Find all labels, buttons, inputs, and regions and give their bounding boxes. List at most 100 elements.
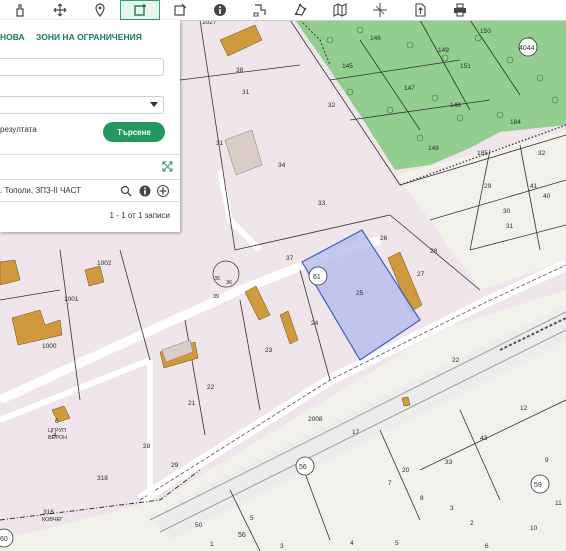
- parcel-label: 6: [485, 543, 489, 550]
- parcel-label: 6: [55, 418, 59, 425]
- parcel-label: 316: [43, 509, 54, 516]
- parcel-label: 24: [311, 320, 319, 327]
- parcel-label: 1000: [42, 343, 57, 350]
- parcel-label: 148: [428, 145, 439, 152]
- move-tool-button[interactable]: [40, 0, 80, 20]
- parcel-label: 22: [207, 384, 215, 391]
- export-tool-button[interactable]: [400, 0, 440, 20]
- map-note: ЦГРУП: [48, 428, 66, 434]
- add-icon[interactable]: [157, 185, 169, 197]
- parcel-label: 148: [450, 102, 461, 109]
- pagination-label: 1 - 1 от 1 записи: [109, 211, 170, 220]
- polygon-icon: [294, 3, 307, 16]
- tab-new[interactable]: НОВА: [0, 32, 25, 42]
- parcel-label: 1002: [97, 260, 112, 267]
- print-tool-button[interactable]: [440, 0, 480, 20]
- parcel-label: 29: [171, 462, 179, 469]
- circle-label: 60: [0, 536, 8, 543]
- parcel-label: 10: [530, 525, 538, 532]
- parcel-label: 40: [543, 193, 551, 200]
- map-layers-icon: [333, 3, 347, 17]
- parcel-label: 9: [545, 457, 549, 464]
- polygon-tool-button[interactable]: [280, 0, 320, 20]
- result-item[interactable]: . Тополи, ЗПЗ-II ЧАСТ: [0, 183, 180, 199]
- parcel-label: 3: [280, 543, 284, 550]
- map-layers-tool-button[interactable]: [320, 0, 360, 20]
- pan-icon: [16, 4, 24, 17]
- crosshair-icon: [373, 3, 387, 17]
- parcel-label: 33: [445, 459, 453, 466]
- search-text-field[interactable]: [0, 58, 164, 76]
- parcel-label: 43: [480, 435, 488, 442]
- move-icon: [53, 3, 67, 17]
- parcel-label: 28: [430, 248, 438, 255]
- route-tool-button[interactable]: [240, 0, 280, 20]
- parcel-label: 30: [503, 208, 511, 215]
- parcel-label: 23: [265, 347, 273, 354]
- parcel-label: 7: [388, 480, 392, 487]
- divider: [0, 201, 180, 202]
- search-button[interactable]: Търсене: [103, 122, 165, 142]
- map-note: КОВЧЕГ: [42, 517, 63, 523]
- info-icon: [214, 4, 226, 16]
- map-note: ВЕРОН: [48, 435, 67, 441]
- pin-icon: [95, 3, 105, 17]
- divider: [0, 154, 180, 155]
- parcel-label: 12: [520, 405, 528, 412]
- select-edit-icon: [174, 3, 187, 16]
- zoom-to-icon[interactable]: [120, 185, 132, 197]
- parcel-label: 147: [404, 85, 415, 92]
- circle-label: 61: [313, 274, 321, 281]
- parcel-label: 32: [328, 102, 336, 109]
- parcel-label: 3: [450, 505, 454, 512]
- pan-tool-button[interactable]: [0, 0, 40, 20]
- parcel-label: 28: [143, 443, 151, 450]
- pin-tool-button[interactable]: [80, 0, 120, 20]
- parcel-label: 32: [538, 150, 546, 157]
- parcel-label: 50: [195, 522, 203, 529]
- info-icon[interactable]: [139, 185, 151, 197]
- route-icon: [253, 4, 266, 17]
- parcel-label: 149: [438, 47, 449, 54]
- search-select-field[interactable]: [0, 96, 164, 114]
- parcel-label: 8: [420, 495, 424, 502]
- parcel-label: 35: [214, 276, 220, 282]
- parcel-label: 5: [395, 540, 399, 547]
- circle-label: 59: [534, 482, 542, 489]
- export-icon: [415, 3, 426, 17]
- parcel-label: 17: [352, 429, 360, 436]
- parcel-label: 27: [417, 271, 425, 278]
- parcel-label: 22: [452, 357, 460, 364]
- print-icon: [454, 3, 466, 17]
- parcel-label: 2: [470, 520, 474, 527]
- parcel-label: 11: [555, 500, 562, 507]
- expand-icon[interactable]: [162, 161, 173, 172]
- select-edit-tool-button[interactable]: [160, 0, 200, 20]
- tab-restriction-zones[interactable]: ЗОНИ НА ОГРАНИЧЕНИЯ: [36, 32, 142, 42]
- parcel-label: 4: [350, 540, 354, 547]
- parcel-label: 150: [480, 28, 491, 35]
- parcel-label: 25: [356, 290, 364, 297]
- select-rectangle-tool-button[interactable]: [120, 0, 160, 20]
- parcel-label: 145: [342, 63, 353, 70]
- results-count-label: резултата: [0, 125, 37, 134]
- parcel-label: 21: [188, 400, 196, 407]
- crosshair-tool-button[interactable]: [360, 0, 400, 20]
- select-rectangle-icon: [134, 4, 146, 16]
- divider: [0, 179, 180, 180]
- parcel-label: 5: [250, 515, 254, 522]
- parcel-label: 34: [278, 162, 286, 169]
- parcel-label: 318: [97, 475, 108, 482]
- parcel-label: 36: [226, 280, 232, 286]
- parcel-label: 20: [402, 467, 410, 474]
- info-tool-button[interactable]: [200, 0, 240, 20]
- parcel-label: 146: [370, 35, 381, 42]
- parcel-label: 151: [460, 63, 471, 70]
- parcel-label: 56: [238, 532, 246, 539]
- parcel-label: 31: [216, 140, 224, 147]
- parcel-label: 1001: [64, 296, 79, 303]
- circle-label: 4044: [519, 45, 535, 52]
- road-label: 2008: [308, 416, 323, 423]
- parcel-label: 31: [506, 223, 514, 230]
- parcel-label: 184: [510, 119, 521, 126]
